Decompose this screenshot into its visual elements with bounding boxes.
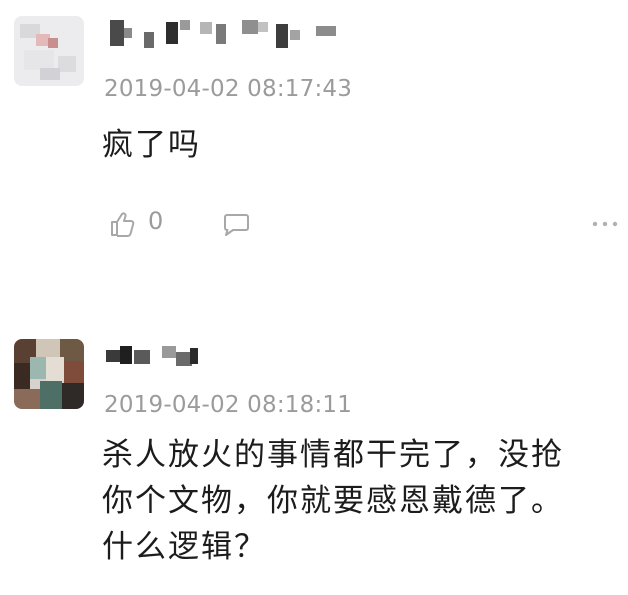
comment-bubble-icon[interactable] <box>222 212 250 238</box>
username-blurred[interactable] <box>104 14 344 50</box>
comment-actions: 0 <box>108 207 618 242</box>
comment-text-line: 什么逻辑？ <box>102 529 267 565</box>
avatar[interactable] <box>14 16 84 86</box>
thumbs-up-icon[interactable] <box>108 210 136 238</box>
comment-timestamp: 2019-04-02 08:17:43 <box>104 76 353 102</box>
comment-item: 2019-04-02 08:18:11 杀人放火的事情都干完了，没抢 你个文物，… <box>0 318 628 595</box>
comment-text-line: 杀人放火的事情都干完了，没抢 <box>102 437 564 473</box>
comment-item: 2019-04-02 08:17:43 疯了吗 0 <box>0 0 628 300</box>
comment-timestamp: 2019-04-02 08:18:11 <box>104 392 353 418</box>
comment-text-line: 你个文物，你就要感恩戴德了。 <box>102 483 564 519</box>
more-dots-icon[interactable] <box>592 220 618 228</box>
username-blurred[interactable] <box>104 342 204 370</box>
avatar[interactable] <box>14 339 84 409</box>
comment-text: 疯了吗 <box>102 122 201 168</box>
comment-text: 杀人放火的事情都干完了，没抢 你个文物，你就要感恩戴德了。 什么逻辑？ <box>102 432 564 570</box>
comment-text-line: 疯了吗 <box>102 127 201 163</box>
like-count: 0 <box>148 207 164 235</box>
